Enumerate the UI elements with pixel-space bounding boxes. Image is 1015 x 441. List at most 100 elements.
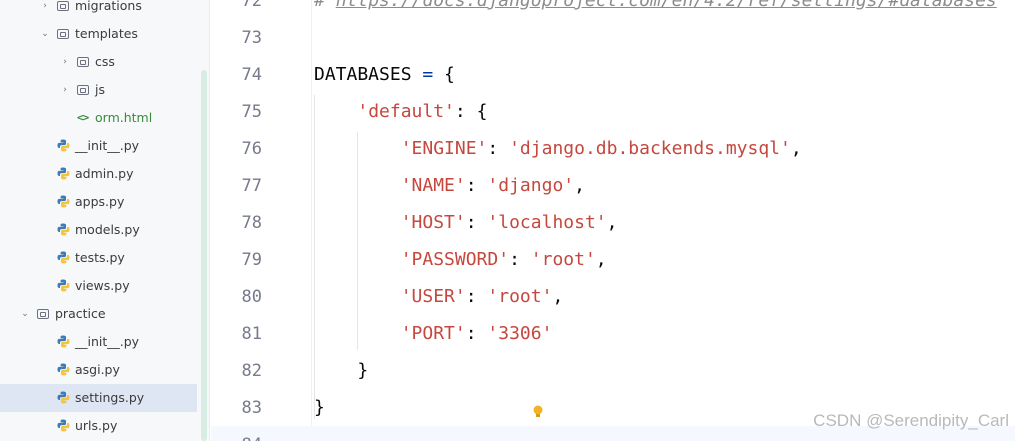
tree-item[interactable]: › migrations (0, 0, 197, 20)
tree-item[interactable]: urls.py (0, 412, 197, 440)
code-token: : (465, 286, 488, 307)
code-token: # (314, 0, 336, 11)
code-token: { (433, 64, 455, 85)
tree-scrollbar[interactable] (201, 70, 207, 441)
line-number: 80 (241, 287, 262, 307)
line-number: 73 (241, 28, 262, 48)
code-token: 'HOST' (400, 212, 466, 233)
code-token: , (552, 286, 564, 307)
folder-icon (57, 0, 70, 13)
code-token: } (314, 397, 325, 418)
tree-item-label: urls.py (75, 418, 118, 433)
chevron-right-icon[interactable]: › (60, 83, 70, 97)
code-token: , (790, 138, 802, 159)
code-token: 'root' (530, 249, 596, 270)
python-file-icon (57, 363, 70, 377)
code-text: 'HOST': 'localhost', (314, 212, 618, 234)
tree-item[interactable]: › css (0, 48, 197, 76)
tree-item[interactable]: › js (0, 76, 197, 104)
code-text: 'ENGINE': 'django.db.backends.mysql', (314, 138, 802, 160)
line-number: 82 (241, 361, 262, 381)
chevron-right-icon[interactable]: › (40, 0, 50, 13)
tree-item[interactable]: __init__.py (0, 132, 197, 160)
python-file-icon (57, 139, 70, 153)
code-line[interactable]: 78 'HOST': 'localhost', (211, 204, 1015, 241)
code-link[interactable]: https://docs.djangoproject.com/en/4.2/re… (336, 0, 997, 11)
tree-item[interactable]: tests.py (0, 244, 197, 272)
code-line[interactable]: 82 } (211, 352, 1015, 389)
line-number: 75 (241, 102, 262, 122)
code-text: 'USER': 'root', (314, 286, 564, 308)
python-file-icon (57, 391, 70, 405)
code-text: 'default': { (314, 101, 487, 123)
code-token: : (465, 175, 488, 196)
tree-item[interactable]: ⌄ templates (0, 20, 197, 48)
code-line[interactable]: 75 'default': { (211, 93, 1015, 130)
code-line[interactable]: 80 'USER': 'root', (211, 278, 1015, 315)
chevron-right-icon[interactable]: › (60, 55, 70, 69)
folder-icon (77, 55, 90, 69)
code-line[interactable]: 74 DATABASES = { (211, 56, 1015, 93)
project-tree: › migrations ⌄ templates › css › js <> orm.html __… (0, 0, 210, 441)
tree-item-label: orm.html (95, 110, 153, 125)
python-file-icon (57, 419, 70, 433)
code-text: } (314, 360, 368, 382)
tree-item[interactable]: models.py (0, 216, 197, 244)
tree-item-label: css (95, 54, 115, 69)
folder-icon (57, 27, 70, 41)
code-token: '3306' (487, 323, 553, 344)
tree-item[interactable]: asgi.py (0, 356, 197, 384)
folder-icon (37, 307, 50, 321)
python-file-icon (57, 167, 70, 181)
tree-item[interactable]: __init__.py (0, 328, 197, 356)
code-token: 'django' (487, 175, 575, 196)
folder-shape (37, 309, 49, 319)
code-line[interactable]: 76 'ENGINE': 'django.db.backends.mysql', (211, 130, 1015, 167)
folder-shape (77, 57, 89, 67)
tree-item-label: settings.py (75, 390, 145, 405)
code-token: , (574, 175, 585, 196)
tree-item[interactable]: ⌄ practice (0, 300, 197, 328)
code-token: : (487, 138, 510, 159)
tree-item[interactable]: admin.py (0, 160, 197, 188)
tree-item-label: practice (55, 306, 106, 321)
lightbulb-icon[interactable] (533, 404, 543, 418)
tree-item[interactable]: views.py (0, 272, 197, 300)
code-token: , (606, 212, 618, 233)
python-file-icon (57, 279, 70, 293)
tree-item-label: apps.py (75, 194, 125, 209)
code-token: 'default' (357, 101, 455, 122)
line-number: 76 (241, 139, 262, 159)
tree-item-label: js (95, 82, 105, 97)
code-token: 'django.db.backends.mysql' (509, 138, 791, 159)
code-line[interactable]: 73 (211, 19, 1015, 56)
code-token: 'localhost' (487, 212, 607, 233)
code-token: : (465, 323, 488, 344)
code-editor[interactable]: 72 # https://docs.djangoproject.com/en/4.… (211, 0, 1015, 441)
line-number: 83 (241, 398, 262, 418)
code-line[interactable]: 79 'PASSWORD': 'root', (211, 241, 1015, 278)
tree-item[interactable]: settings.py (0, 384, 197, 412)
folder-shape (57, 29, 69, 39)
code-text: DATABASES = { (314, 64, 455, 86)
code-line[interactable]: 81 'PORT': '3306' (211, 315, 1015, 352)
code-line[interactable]: 72 # https://docs.djangoproject.com/en/4.… (211, 0, 1015, 19)
code-text: # https://docs.djangoproject.com/en/4.2/… (314, 0, 997, 12)
code-line[interactable]: 77 'NAME': 'django', (211, 167, 1015, 204)
chevron-down-icon[interactable]: ⌄ (40, 27, 50, 41)
python-file-icon (57, 251, 70, 265)
code-token: 'USER' (400, 286, 466, 307)
code-token: 'PASSWORD' (400, 249, 510, 270)
code-token: 'root' (487, 286, 553, 307)
tree-item-label: __init__.py (75, 138, 140, 153)
code-token: 'PORT' (400, 323, 466, 344)
python-file-icon (57, 223, 70, 237)
code-text: 'NAME': 'django', (314, 175, 585, 197)
line-number: 74 (241, 65, 262, 85)
tree-item[interactable]: apps.py (0, 188, 197, 216)
tree-item-label: models.py (75, 222, 140, 237)
line-number: 72 (241, 0, 262, 11)
tree-item[interactable]: <> orm.html (0, 104, 197, 132)
code-token: 'NAME' (400, 175, 466, 196)
chevron-down-icon[interactable]: ⌄ (20, 307, 30, 321)
